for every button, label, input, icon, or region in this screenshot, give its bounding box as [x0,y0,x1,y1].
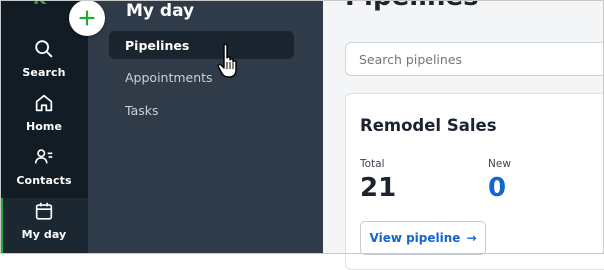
rail-item-label: Home [25,120,63,133]
my-day-subnav: My day Pipelines Appointments Tasks [88,0,323,254]
subnav-item-pipelines[interactable]: Pipelines [109,31,294,59]
stat-total-label: Total [360,158,385,170]
view-pipeline-button[interactable]: View pipeline → [360,221,486,255]
subnav-item-appointments[interactable]: Appointments [109,63,294,91]
add-button[interactable] [69,0,105,36]
main-content: Pipelines Remodel Sales Total 21 New 0 V… [323,0,604,270]
brand-logo-icon: K [33,0,47,8]
rail-item-label: Search [22,66,66,79]
calendar-icon [35,202,53,220]
rail-item-label: My day [21,228,67,241]
view-pipeline-label: View pipeline [369,231,461,245]
subnav-item-tasks[interactable]: Tasks [109,96,294,124]
subnav-title: My day [126,1,195,21]
home-icon [35,94,53,112]
pipeline-card: Remodel Sales Total 21 New 0 View pipeli… [345,93,604,270]
icon-rail: K Search Home Contacts My day [0,0,88,254]
search-pipelines-input[interactable] [345,42,604,76]
arrow-right-icon: → [466,231,477,245]
stat-total-value: 21 [360,173,397,203]
page-title: Pipelines [345,0,479,12]
rail-item-my-day[interactable]: My day [0,198,88,254]
search-icon [35,40,53,58]
stat-new-value: 0 [488,173,507,203]
rail-item-search[interactable]: Search [0,36,88,90]
pipeline-card-title: Remodel Sales [360,116,497,135]
contacts-icon [34,149,53,164]
rail-item-contacts[interactable]: Contacts [0,144,88,198]
hand-pointer-cursor-icon [217,43,237,78]
stat-new-label: New [488,158,511,170]
rail-item-label: Contacts [16,174,72,187]
rail-item-home[interactable]: Home [0,90,88,144]
plus-icon [79,10,95,26]
